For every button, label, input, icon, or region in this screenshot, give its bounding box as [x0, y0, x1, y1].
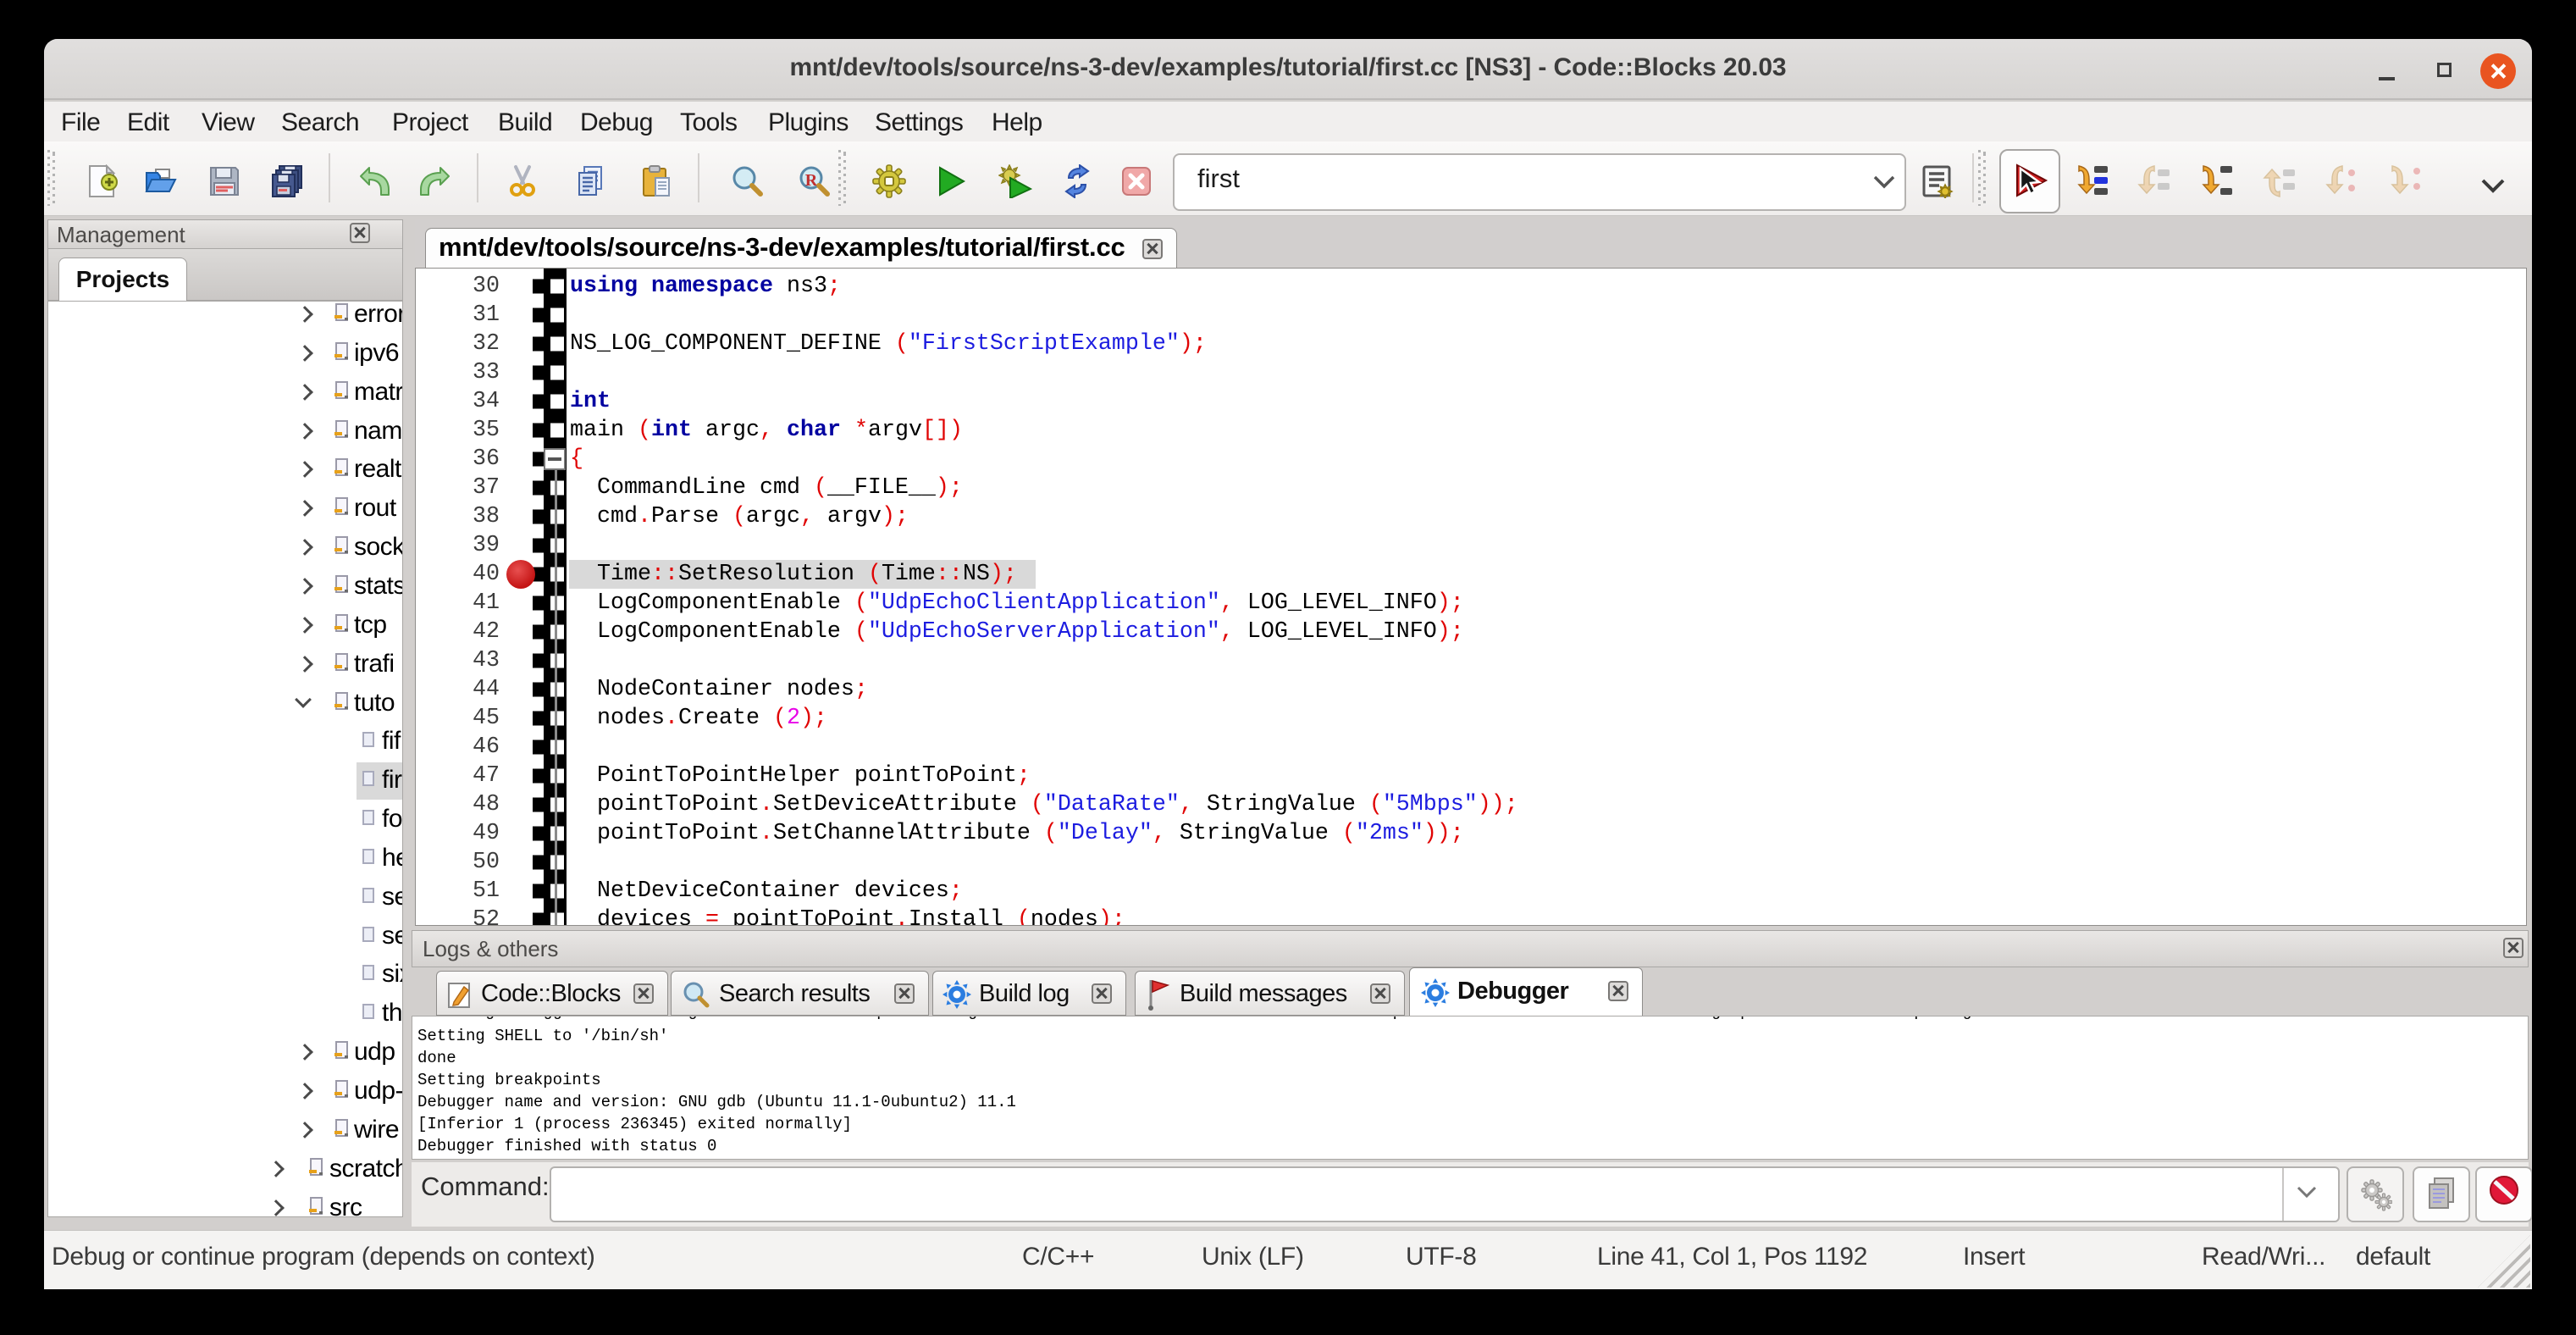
svg-text:R: R	[805, 171, 818, 190]
